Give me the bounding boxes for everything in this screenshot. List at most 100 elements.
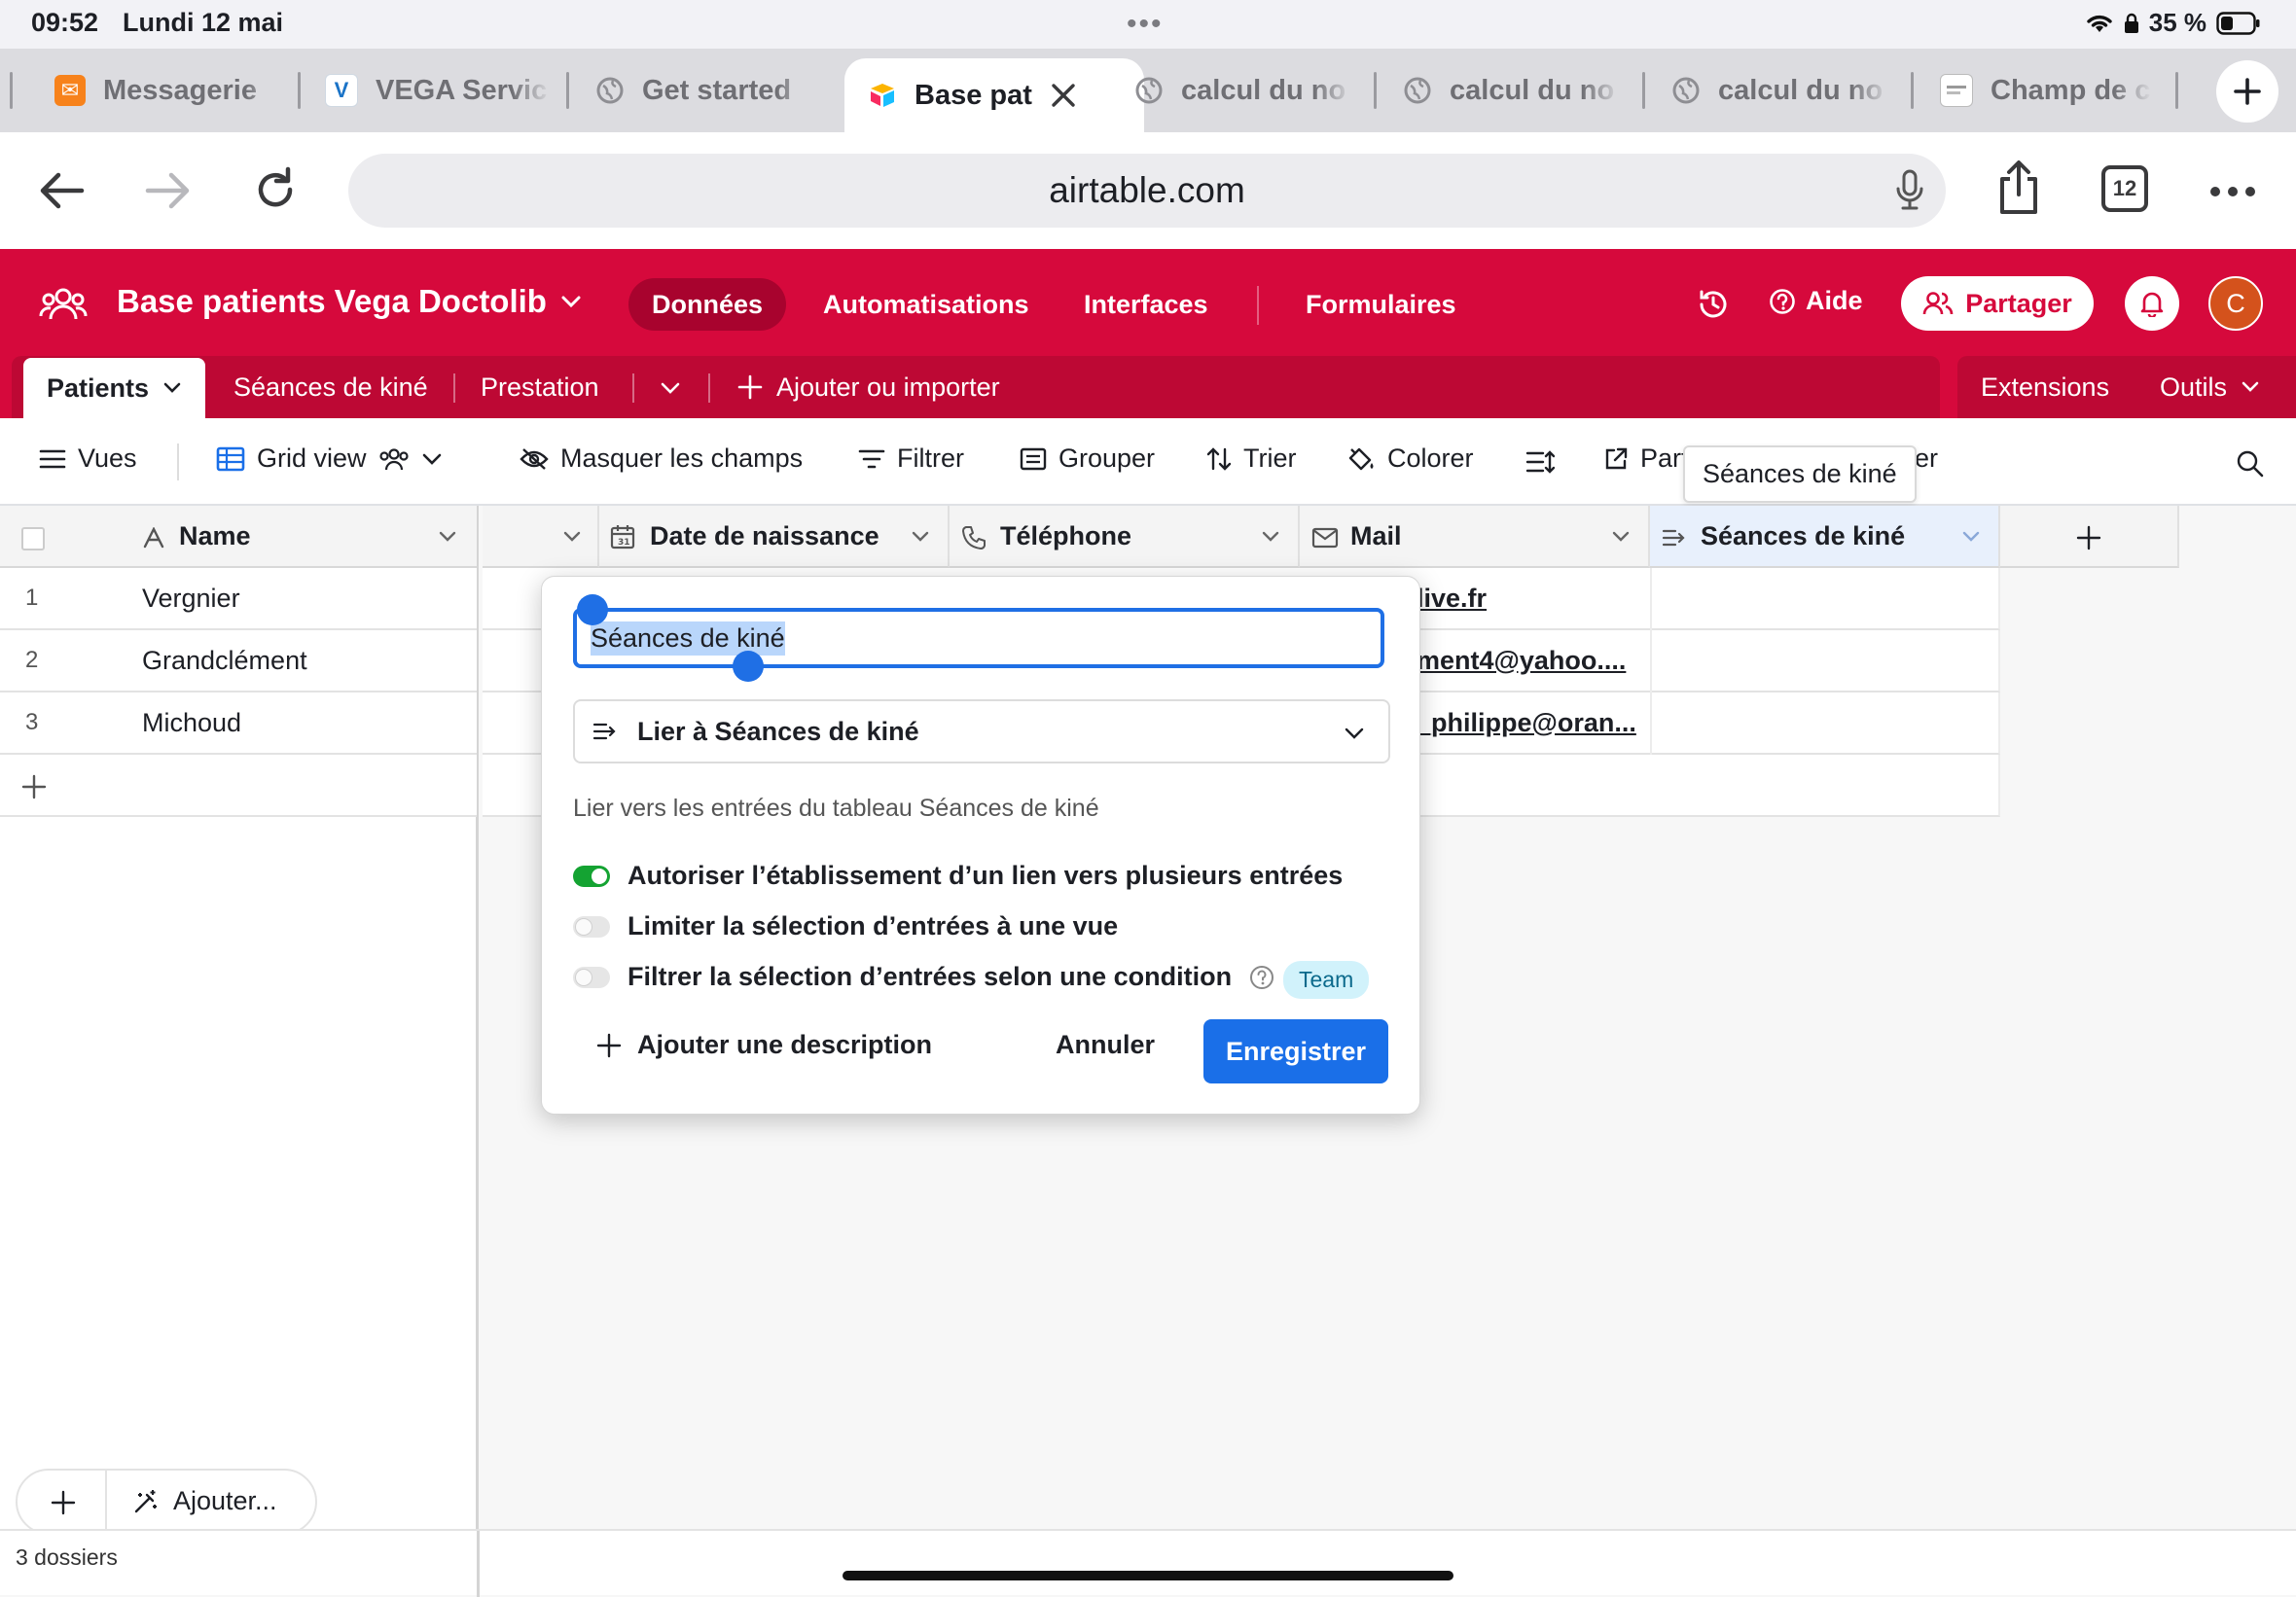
name-cell[interactable]: Grandclément: [142, 646, 307, 676]
tab-separator: [1911, 72, 1914, 109]
browser-tab-calcul-1[interactable]: calcul du no: [1134, 64, 1352, 117]
home-indicator[interactable]: [843, 1571, 1453, 1580]
nav-donnees[interactable]: Données: [628, 278, 787, 331]
browser-tab-calcul-3[interactable]: calcul du no: [1671, 64, 1889, 117]
close-tab-icon[interactable]: [1050, 82, 1077, 109]
field-type-select[interactable]: Lier à Séances de kiné: [573, 699, 1390, 763]
lock-rotation-icon: [2124, 13, 2138, 33]
selection-start-handle[interactable]: [577, 594, 608, 625]
hide-fields-button[interactable]: Masquer les champs: [520, 444, 803, 474]
table-tab-seances[interactable]: Séances de kiné: [233, 356, 428, 418]
chevron-down-icon[interactable]: [1961, 531, 1981, 543]
forward-arrow-icon[interactable]: [144, 171, 193, 210]
cancel-button[interactable]: Annuler: [1056, 1030, 1155, 1060]
color-button[interactable]: Colorer: [1346, 444, 1474, 474]
back-arrow-icon[interactable]: [37, 171, 86, 210]
microphone-icon[interactable]: [1895, 169, 1924, 212]
toggle-switch-off[interactable]: [573, 966, 610, 988]
new-tab-button[interactable]: [2216, 60, 2278, 123]
hidden-column-header[interactable]: [483, 506, 599, 568]
tab-separator: [453, 373, 455, 403]
browser-tab-champ[interactable]: Champ de c: [1940, 64, 2152, 117]
notifications-button[interactable]: [2125, 276, 2179, 331]
table-row[interactable]: 2 Grandclément: [0, 630, 477, 692]
select-all-checkbox[interactable]: [21, 527, 45, 550]
link-records-icon: [1662, 529, 1685, 547]
nav-interfaces[interactable]: Interfaces: [1060, 278, 1232, 331]
help-circle-icon[interactable]: [1249, 965, 1274, 990]
filter-button[interactable]: Filtrer: [858, 444, 964, 474]
more-icon[interactable]: [2208, 185, 2257, 198]
tools-button[interactable]: Outils: [2160, 356, 2260, 418]
share-view-button[interactable]: Part: [1603, 444, 1689, 474]
chevron-down-icon[interactable]: [438, 531, 457, 543]
search-icon[interactable]: [2236, 449, 2265, 479]
add-or-import-button[interactable]: Ajouter ou importer: [737, 356, 1000, 418]
table-tab-prestation[interactable]: Prestation: [481, 356, 599, 418]
multitask-dots-icon[interactable]: •••: [1127, 8, 1164, 41]
name-cell[interactable]: Michoud: [142, 708, 241, 738]
address-bar[interactable]: airtable.com: [348, 154, 1946, 228]
extensions-button[interactable]: Extensions: [1981, 356, 2109, 418]
browser-tab-messagerie[interactable]: ✉ Messagerie: [54, 64, 284, 117]
ai-add-button[interactable]: Ajouter...: [132, 1486, 277, 1516]
plus-icon[interactable]: [51, 1490, 76, 1515]
row-height-icon[interactable]: [1525, 449, 1555, 475]
option-filter-condition[interactable]: Filtrer la sélection d’entrées selon une…: [573, 962, 1274, 992]
nav-formulaires[interactable]: Formulaires: [1282, 278, 1480, 331]
add-row-button[interactable]: [0, 755, 477, 817]
column-header-seances[interactable]: Séances de kiné: [1650, 506, 2000, 568]
table-row[interactable]: 3 Michoud: [0, 692, 477, 755]
column-header-name: Name: [179, 521, 251, 550]
tab-overview-button[interactable]: 12: [2101, 165, 2148, 212]
option-limit-to-view[interactable]: Limiter la sélection d’entrées à une vue: [573, 911, 1118, 941]
chevron-down-icon[interactable]: [162, 382, 182, 394]
views-button[interactable]: Vues: [39, 444, 137, 474]
browser-tab-get-started[interactable]: Get started: [595, 64, 815, 117]
save-button[interactable]: Enregistrer: [1203, 1019, 1388, 1083]
field-name-input[interactable]: Séances de kiné: [573, 608, 1384, 668]
toggle-switch-on[interactable]: [573, 865, 610, 887]
column-header-mail[interactable]: Mail: [1300, 506, 1650, 568]
svg-text:31: 31: [618, 538, 630, 548]
field-name-selected-text[interactable]: Séances de kiné: [591, 621, 785, 656]
chevron-down-icon[interactable]: [562, 531, 582, 543]
mail-cell[interactable]: _philippe@oran...: [1417, 708, 1636, 738]
browser-tab-vega[interactable]: V VEGA Servic: [325, 64, 551, 117]
browser-tab-airtable-active[interactable]: Base pat: [844, 58, 1144, 132]
option-multiple-links[interactable]: Autoriser l’établissement d’un lien vers…: [573, 861, 1343, 891]
user-avatar[interactable]: C: [2208, 276, 2263, 331]
share-base-button[interactable]: Partager: [1901, 276, 2094, 331]
name-cell[interactable]: Vergnier: [142, 584, 240, 614]
help-button[interactable]: Aide: [1769, 286, 1863, 316]
table-tab-patients[interactable]: Patients: [23, 358, 206, 418]
chevron-down-icon[interactable]: [660, 381, 681, 395]
selection-end-handle[interactable]: [733, 651, 764, 682]
table-row[interactable]: 1 Vergnier: [0, 568, 477, 630]
nav-automatisations[interactable]: Automatisations: [800, 278, 1053, 331]
browser-tab-calcul-2[interactable]: calcul du no: [1403, 64, 1621, 117]
chevron-down-icon[interactable]: [1611, 531, 1631, 543]
mail-cell[interactable]: ment4@yahoo....: [1417, 646, 1626, 676]
column-header-telephone[interactable]: Téléphone: [950, 506, 1300, 568]
grid-view-selector[interactable]: Grid view: [216, 444, 443, 474]
add-description-button[interactable]: Ajouter une description: [596, 1030, 932, 1060]
history-icon[interactable]: [1697, 288, 1730, 321]
column-header-date-naissance[interactable]: 31 Date de naissance: [599, 506, 950, 568]
mail-cell[interactable]: live.fr: [1417, 584, 1487, 614]
reload-icon[interactable]: [251, 165, 300, 214]
add-column-button[interactable]: [2000, 506, 2179, 568]
chevron-down-icon[interactable]: [1261, 531, 1280, 543]
tab-label: Get started: [642, 74, 792, 106]
chevron-down-icon: [1345, 728, 1364, 739]
primary-column-header[interactable]: Name: [0, 506, 477, 568]
column-header-label: Mail: [1350, 521, 1402, 550]
chevron-down-icon[interactable]: [911, 531, 930, 543]
option-label: Limiter la sélection d’entrées à une vue: [628, 911, 1119, 940]
base-title[interactable]: Base patients Vega Doctolib: [117, 283, 582, 320]
mail-icon: [1311, 527, 1339, 549]
sort-button[interactable]: Trier: [1206, 444, 1297, 474]
toggle-switch-off[interactable]: [573, 915, 610, 938]
group-button[interactable]: Grouper: [1020, 444, 1155, 474]
share-icon[interactable]: [1996, 160, 2041, 216]
